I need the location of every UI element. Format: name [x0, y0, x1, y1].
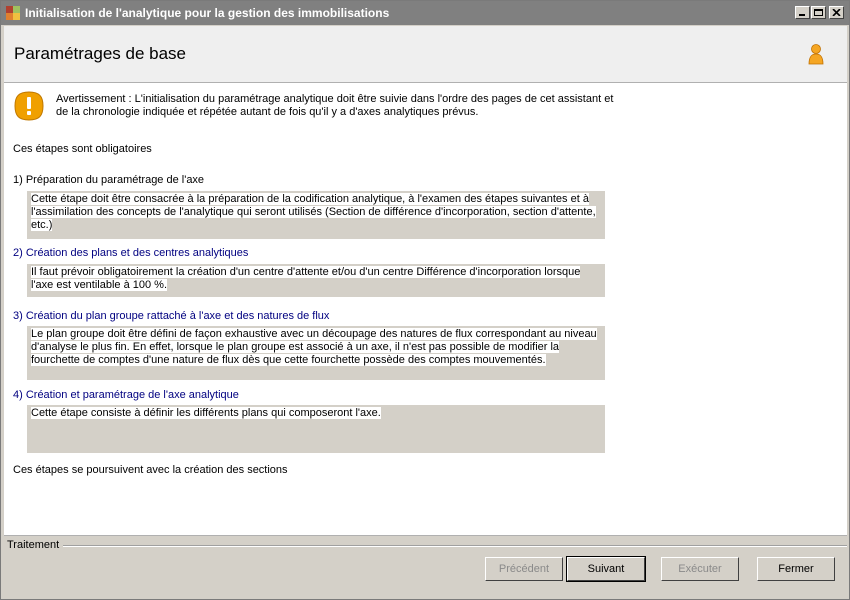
warning-icon	[13, 90, 45, 122]
title-bar[interactable]: Initialisation de l'analytique pour la g…	[1, 1, 849, 25]
step-4-description: Cette étape consiste à définir les diffé…	[27, 405, 605, 453]
wizard-header: Paramétrages de base	[4, 26, 847, 83]
warning-text: Avertissement : L'initialisation du para…	[56, 93, 614, 118]
page-title: Paramétrages de base	[14, 44, 186, 63]
step-1-description: Cette étape doit être consacrée à la pré…	[27, 191, 605, 239]
wizard-content: Avertissement : L'initialisation du para…	[4, 83, 847, 536]
step-2-description-text: Il faut prévoir obligatoirement la créat…	[31, 266, 581, 291]
next-button[interactable]: Suivant	[566, 556, 646, 582]
step-4-title[interactable]: 4) Création et paramétrage de l'axe anal…	[13, 389, 239, 401]
footer-group-label: Traitement	[7, 539, 60, 551]
step-3-title[interactable]: 3) Création du plan groupe rattaché à l'…	[13, 310, 329, 322]
execute-button[interactable]: Exécuter	[661, 557, 739, 581]
step-2-title[interactable]: 2) Création des plans et des centres ana…	[13, 247, 248, 259]
wizard-window: Initialisation de l'analytique pour la g…	[0, 0, 850, 600]
step-1-title[interactable]: 1) Préparation du paramétrage de l'axe	[13, 174, 204, 186]
outro-text: Ces étapes se poursuivent avec la créati…	[13, 464, 288, 476]
step-3-description-text: Le plan groupe doit être défini de façon…	[31, 328, 597, 366]
close-button[interactable]: Fermer	[757, 557, 835, 581]
intro-text: Ces étapes sont obligatoires	[13, 143, 152, 155]
step-1-description-text: Cette étape doit être consacrée à la pré…	[31, 193, 596, 231]
maximize-icon[interactable]	[811, 6, 826, 19]
app-icon	[6, 6, 20, 20]
minimize-icon[interactable]	[795, 6, 810, 19]
step-4-description-text: Cette étape consiste à définir les diffé…	[31, 407, 381, 419]
window-title: Initialisation de l'analytique pour la g…	[25, 6, 390, 20]
close-icon[interactable]	[829, 6, 844, 19]
step-2-description: Il faut prévoir obligatoirement la créat…	[27, 264, 605, 297]
step-3-description: Le plan groupe doit être défini de façon…	[27, 326, 605, 380]
user-icon	[807, 43, 825, 65]
previous-button[interactable]: Précédent	[485, 557, 563, 581]
footer-divider	[63, 545, 847, 547]
